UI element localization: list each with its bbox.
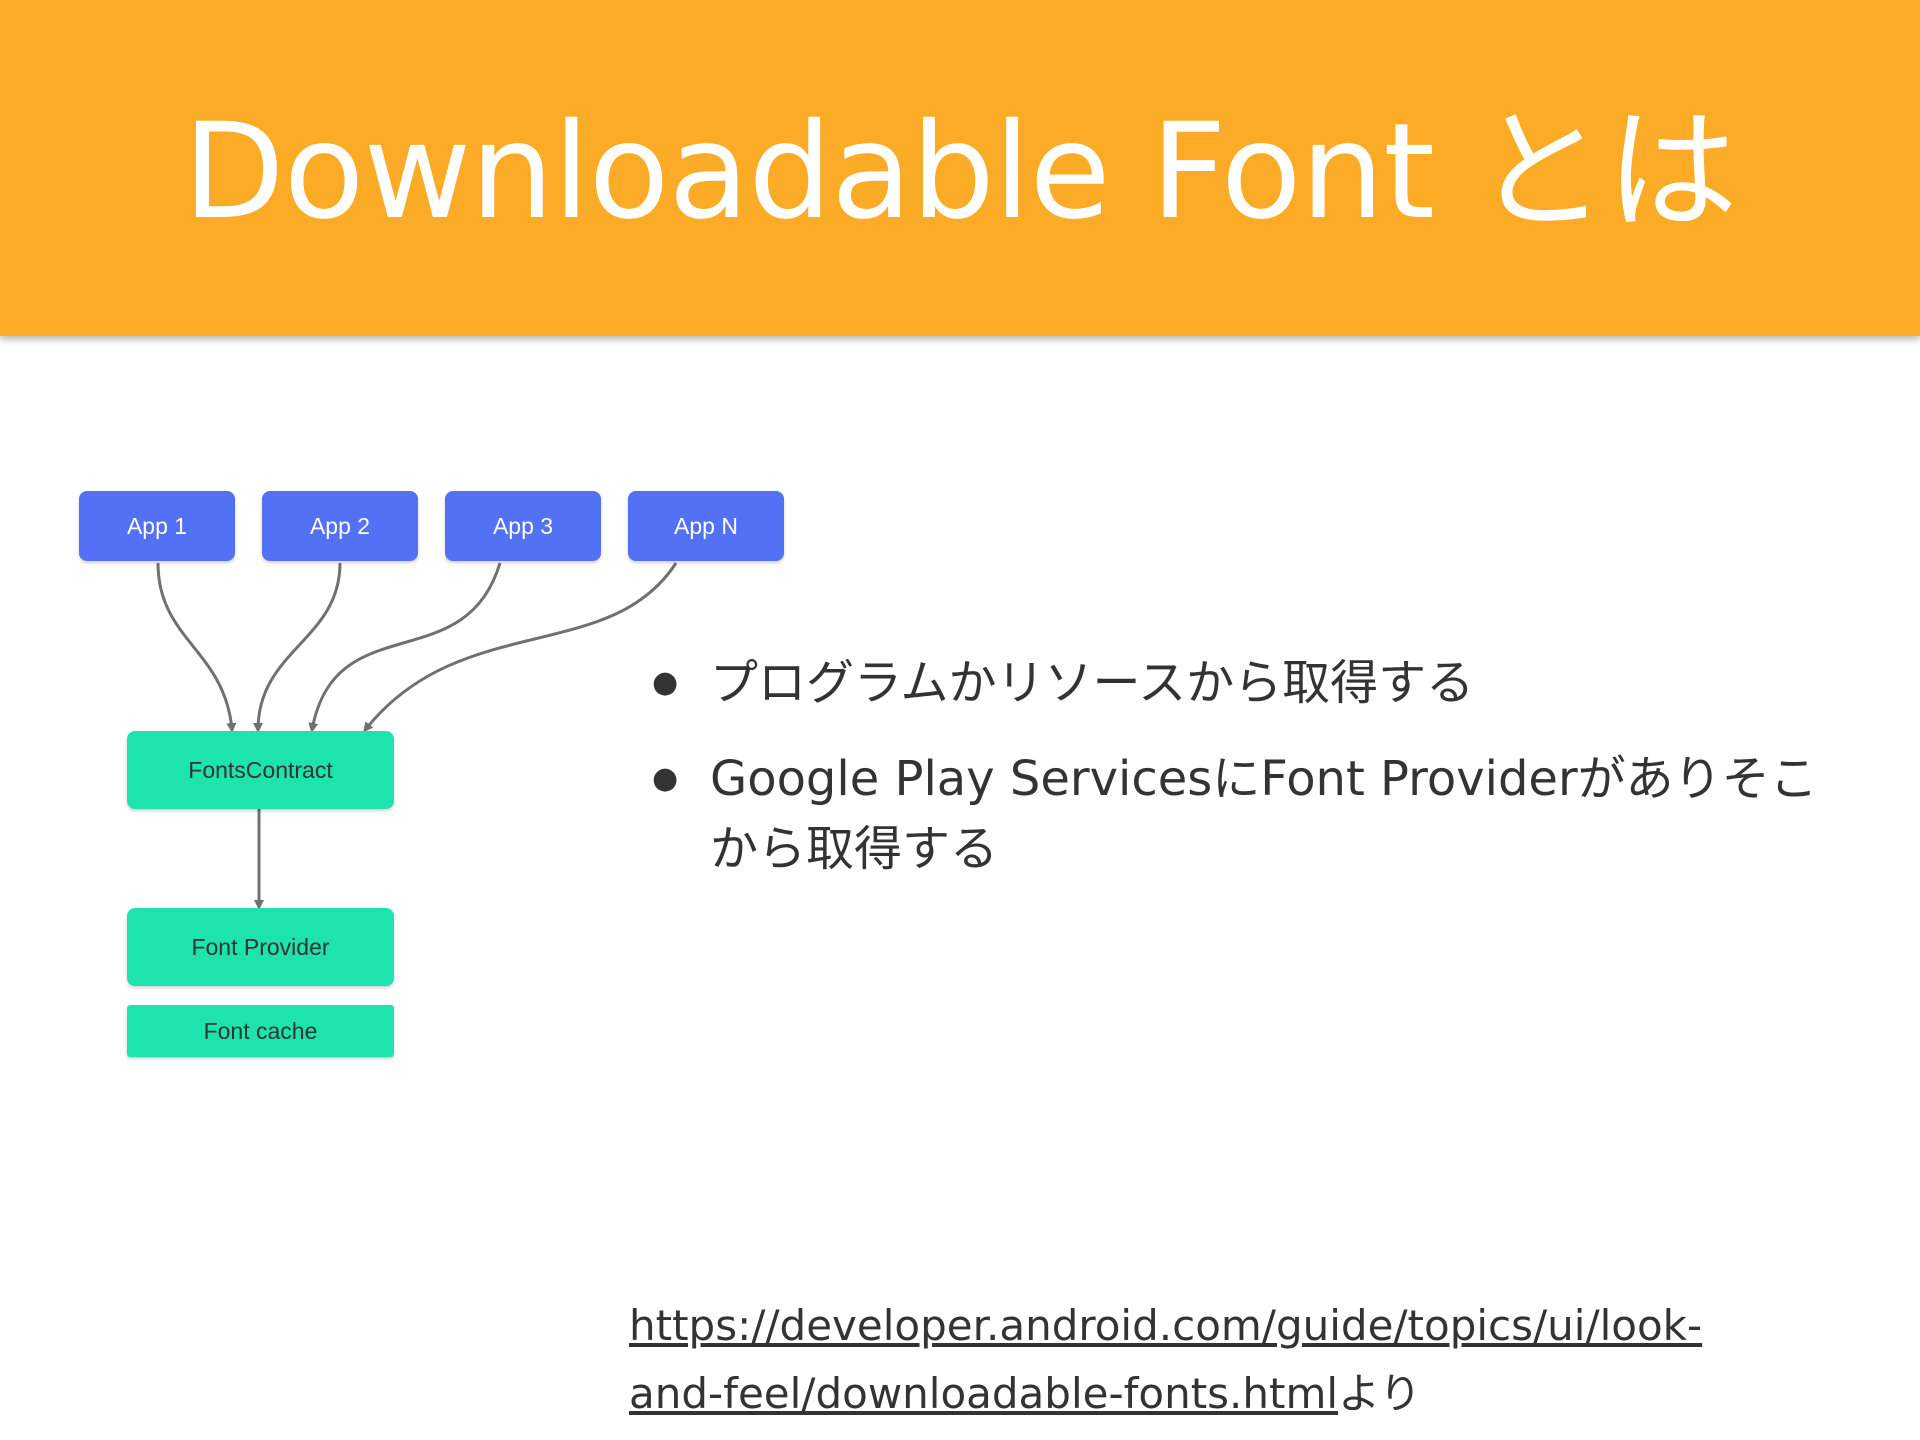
arrow-app3-to-fontscontract [308, 562, 502, 733]
bullet-dot-icon: ● [652, 761, 679, 796]
app-1-node: App 1 [79, 491, 235, 561]
font-provider-node: Font Provider [127, 908, 394, 986]
app-2-node: App 2 [262, 491, 418, 561]
bullet-dot-icon: ● [652, 665, 679, 700]
font-cache-node: Font cache [127, 1005, 394, 1057]
source-citation: https://developer.android.com/guide/topi… [629, 1292, 1789, 1428]
source-link[interactable]: https://developer.android.com/guide/topi… [629, 1301, 1702, 1418]
arrow-appn-to-fontscontract [363, 562, 678, 733]
source-suffix: より [1338, 1369, 1422, 1418]
arrow-app2-to-fontscontract [253, 562, 342, 733]
bullet-item: ● Google Play ServicesにFont Providerがありそ… [648, 744, 1848, 884]
bullet-item: ● プログラムかリソースから取得する [648, 648, 1848, 718]
arrow-app1-to-fontscontract [156, 562, 237, 733]
bullet-text: Google Play ServicesにFont Providerがありそこか… [710, 751, 1818, 877]
bullet-text: プログラムかリソースから取得する [710, 655, 1475, 711]
app-3-node: App 3 [445, 491, 601, 561]
slide-title: Downloadable Font とは [182, 95, 1738, 249]
bullet-list: ● プログラムかリソースから取得する ● Google Play Service… [648, 648, 1848, 910]
fonts-contract-node: FontsContract [127, 731, 394, 809]
app-n-node: App N [628, 491, 784, 561]
